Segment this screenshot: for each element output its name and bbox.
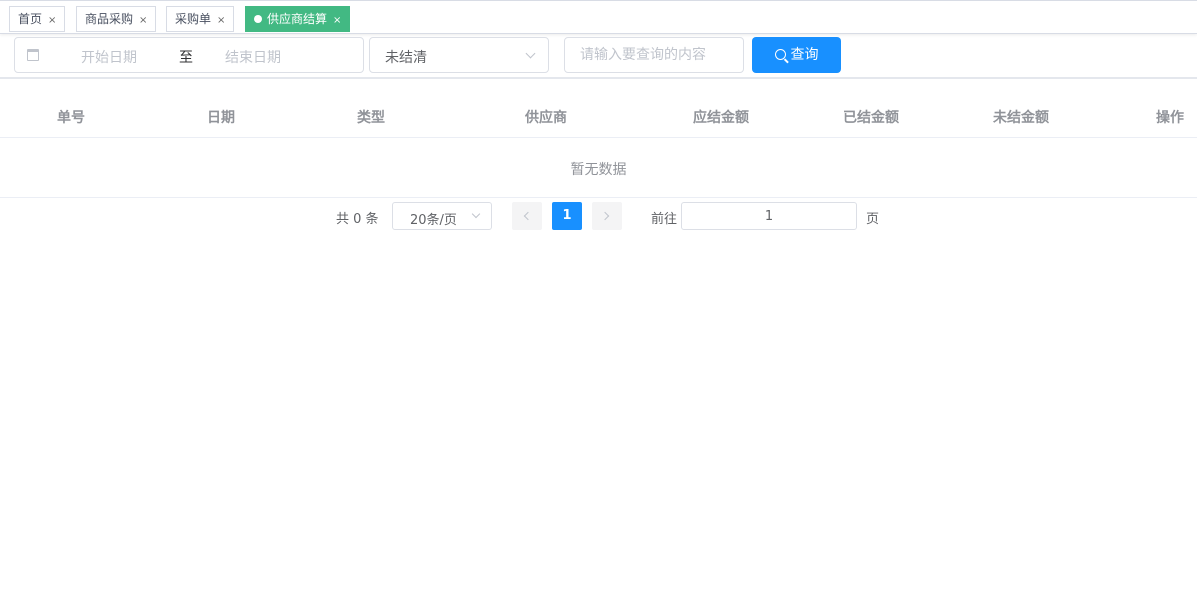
empty-text: 暂无数据 <box>570 162 627 178</box>
active-dot-icon <box>254 15 262 23</box>
page-size-value: 20条/页 <box>410 213 457 228</box>
tag-home[interactable]: 首页 × <box>9 6 66 33</box>
chevron-down-icon <box>525 48 536 59</box>
column-header-unsettled-amount[interactable]: 未结金额 <box>993 107 1049 127</box>
calendar-icon <box>27 49 39 61</box>
start-date-input[interactable]: 开始日期 <box>81 47 137 67</box>
status-select[interactable]: 未结清 <box>369 37 549 73</box>
table-header: 单号 日期 类型 供应商 应结金额 已结金额 未结金额 操作 <box>0 95 1197 138</box>
next-page-button[interactable] <box>592 202 622 230</box>
page-number-current[interactable]: 1 <box>552 202 582 230</box>
goto-label: 前往 <box>651 212 678 227</box>
column-header-date[interactable]: 日期 <box>207 107 235 127</box>
table-empty-row: 暂无数据 <box>0 138 1197 198</box>
column-header-actions[interactable]: 操作 <box>1156 107 1184 127</box>
filter-bar: 开始日期 至 结束日期 未结清 查询 <box>0 35 1197 79</box>
tag-label: 首页 <box>18 12 43 26</box>
pagination-total: 共 0 条 <box>336 212 379 227</box>
close-icon[interactable]: × <box>333 9 341 33</box>
tag-label: 供应商结算 <box>267 12 328 26</box>
column-header-payable-amount[interactable]: 应结金额 <box>693 107 749 127</box>
tag-label: 采购单 <box>175 12 212 26</box>
column-header-settled-amount[interactable]: 已结金额 <box>843 107 899 127</box>
close-icon[interactable]: × <box>217 9 225 33</box>
chevron-right-icon <box>600 211 610 221</box>
close-icon[interactable]: × <box>48 9 56 33</box>
tag-label: 商品采购 <box>85 12 134 26</box>
column-header-order-no[interactable]: 单号 <box>57 107 85 127</box>
tags-view-bar: 首页 × 商品采购 × 采购单 × 供应商结算 × <box>0 0 1197 34</box>
tag-goods-purchase[interactable]: 商品采购 × <box>76 6 157 33</box>
chevron-left-icon <box>523 211 533 221</box>
date-range-picker[interactable]: 开始日期 至 结束日期 <box>14 37 364 73</box>
close-icon[interactable]: × <box>139 9 147 33</box>
chevron-down-icon <box>471 209 481 219</box>
query-button-label: 查询 <box>790 47 819 63</box>
status-select-value: 未结清 <box>385 50 427 66</box>
prev-page-button[interactable] <box>512 202 542 230</box>
pagination: 共 0 条 20条/页 1 前往 页 <box>0 202 1197 230</box>
query-button[interactable]: 查询 <box>752 37 841 73</box>
tag-purchase-order[interactable]: 采购单 × <box>166 6 235 33</box>
page-unit-label: 页 <box>866 212 880 227</box>
column-header-supplier[interactable]: 供应商 <box>525 107 567 127</box>
search-input[interactable] <box>564 37 744 73</box>
column-header-type[interactable]: 类型 <box>357 107 385 127</box>
end-date-input[interactable]: 结束日期 <box>225 47 281 67</box>
goto-page-input[interactable] <box>681 202 857 230</box>
range-separator: 至 <box>179 50 193 66</box>
page-size-select[interactable]: 20条/页 <box>392 202 492 230</box>
search-icon <box>774 49 786 60</box>
tag-supplier-settlement[interactable]: 供应商结算 × <box>245 6 351 33</box>
